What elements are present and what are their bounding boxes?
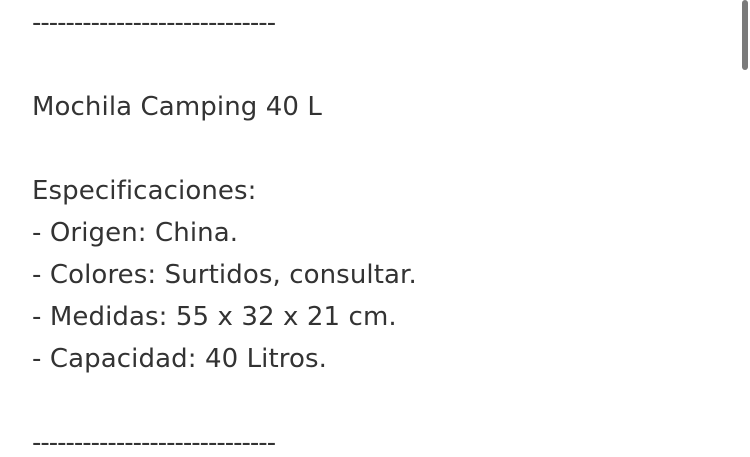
bottom-divider: ----------------------------- xyxy=(32,428,276,457)
product-description: ----------------------------- Mochila Ca… xyxy=(32,0,722,457)
spec-origin: - Origen: China. xyxy=(32,218,239,248)
spec-dimensions: - Medidas: 55 x 32 x 21 cm. xyxy=(32,302,397,332)
product-title: Mochila Camping 40 L xyxy=(32,92,322,122)
vertical-scrollbar[interactable] xyxy=(740,0,750,457)
spec-colors: - Colores: Surtidos, consultar. xyxy=(32,260,417,290)
scrollbar-thumb[interactable] xyxy=(742,0,748,70)
specs-heading: Especificaciones: xyxy=(32,176,257,206)
top-divider: ----------------------------- xyxy=(32,8,276,38)
spec-capacity: - Capacidad: 40 Litros. xyxy=(32,344,328,374)
